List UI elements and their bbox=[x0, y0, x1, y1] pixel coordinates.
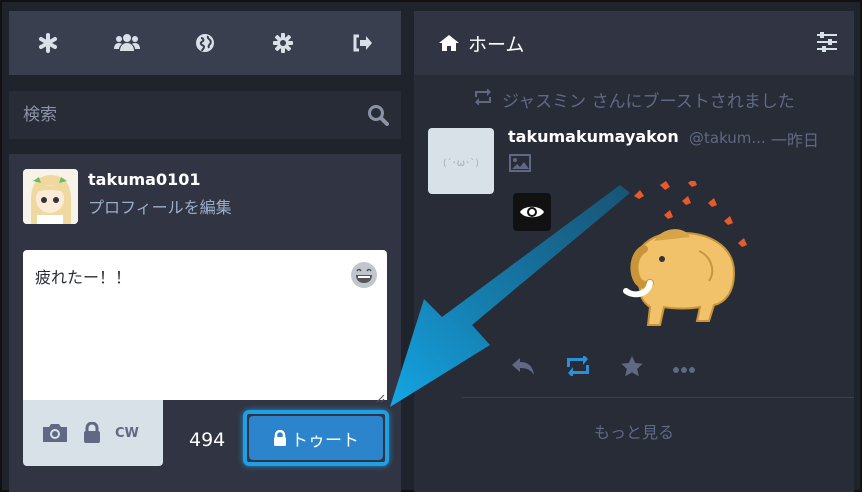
content-warning-toggle[interactable]: CW bbox=[115, 426, 139, 441]
boost-indicator: ジャスミン さんにブーストされました bbox=[472, 87, 795, 112]
resize-grip-icon[interactable] bbox=[375, 388, 385, 403]
status-avatar-text: (´･ω･`) bbox=[442, 157, 480, 169]
asterisk-icon[interactable] bbox=[28, 23, 68, 63]
edit-profile-link[interactable]: プロフィールを編集 bbox=[88, 194, 232, 218]
lock-icon bbox=[274, 430, 286, 446]
eye-icon[interactable] bbox=[513, 193, 551, 231]
emoji-picker-icon[interactable] bbox=[349, 260, 379, 290]
compose-textarea[interactable]: 疲れたー！！ bbox=[23, 250, 387, 403]
home-column: ホーム ジャスミン さんにブーストされました (´･ω･`) takumakum… bbox=[414, 11, 854, 492]
toot-button[interactable]: トゥート bbox=[249, 416, 383, 460]
boost-text[interactable]: ジャスミン さんにブーストされました bbox=[502, 87, 795, 112]
sign-out-icon[interactable] bbox=[342, 23, 382, 63]
toot-button-label: トゥート bbox=[291, 430, 359, 451]
compose-panel: takuma0101 プロフィールを編集 疲れたー！！ CW 494 トゥート bbox=[9, 154, 401, 492]
nav-bar bbox=[9, 11, 401, 75]
column-title[interactable]: ホーム bbox=[468, 30, 524, 57]
status-timestamp[interactable]: 一昨日 bbox=[771, 127, 819, 151]
status-avatar[interactable]: (´･ω･`) bbox=[428, 128, 494, 194]
mammoth-sticker-image[interactable] bbox=[604, 178, 764, 326]
compose-toolbar: CW bbox=[23, 400, 163, 466]
search-box bbox=[9, 91, 401, 139]
image-icon bbox=[509, 154, 531, 176]
more-options-icon[interactable] bbox=[672, 359, 696, 378]
sliders-icon[interactable] bbox=[816, 32, 838, 56]
compose-text: 疲れたー！！ bbox=[35, 268, 132, 287]
search-input[interactable] bbox=[9, 91, 355, 139]
left-column: takuma0101 プロフィールを編集 疲れたー！！ CW 494 トゥート bbox=[9, 11, 401, 492]
divider bbox=[462, 397, 854, 398]
gear-icon[interactable] bbox=[263, 23, 303, 63]
lock-icon[interactable] bbox=[83, 422, 101, 444]
boost-icon[interactable] bbox=[564, 354, 592, 380]
avatar[interactable] bbox=[23, 169, 78, 224]
search-icon[interactable] bbox=[355, 104, 401, 126]
globe-icon[interactable] bbox=[185, 23, 225, 63]
status-actions bbox=[510, 354, 710, 381]
home-icon bbox=[438, 34, 460, 52]
users-icon[interactable] bbox=[107, 23, 147, 63]
status-acct[interactable]: @takum... bbox=[689, 129, 766, 147]
character-counter: 494 bbox=[189, 429, 226, 451]
camera-icon[interactable] bbox=[41, 422, 69, 444]
load-more-button[interactable]: もっと見る bbox=[414, 419, 854, 443]
account-username: takuma0101 bbox=[88, 170, 201, 189]
retweet-icon bbox=[472, 88, 494, 110]
status-display-name[interactable]: takumakumayakon bbox=[508, 127, 679, 146]
favourite-icon[interactable] bbox=[620, 355, 644, 381]
column-header: ホーム bbox=[414, 11, 854, 75]
reply-icon[interactable] bbox=[510, 356, 536, 380]
